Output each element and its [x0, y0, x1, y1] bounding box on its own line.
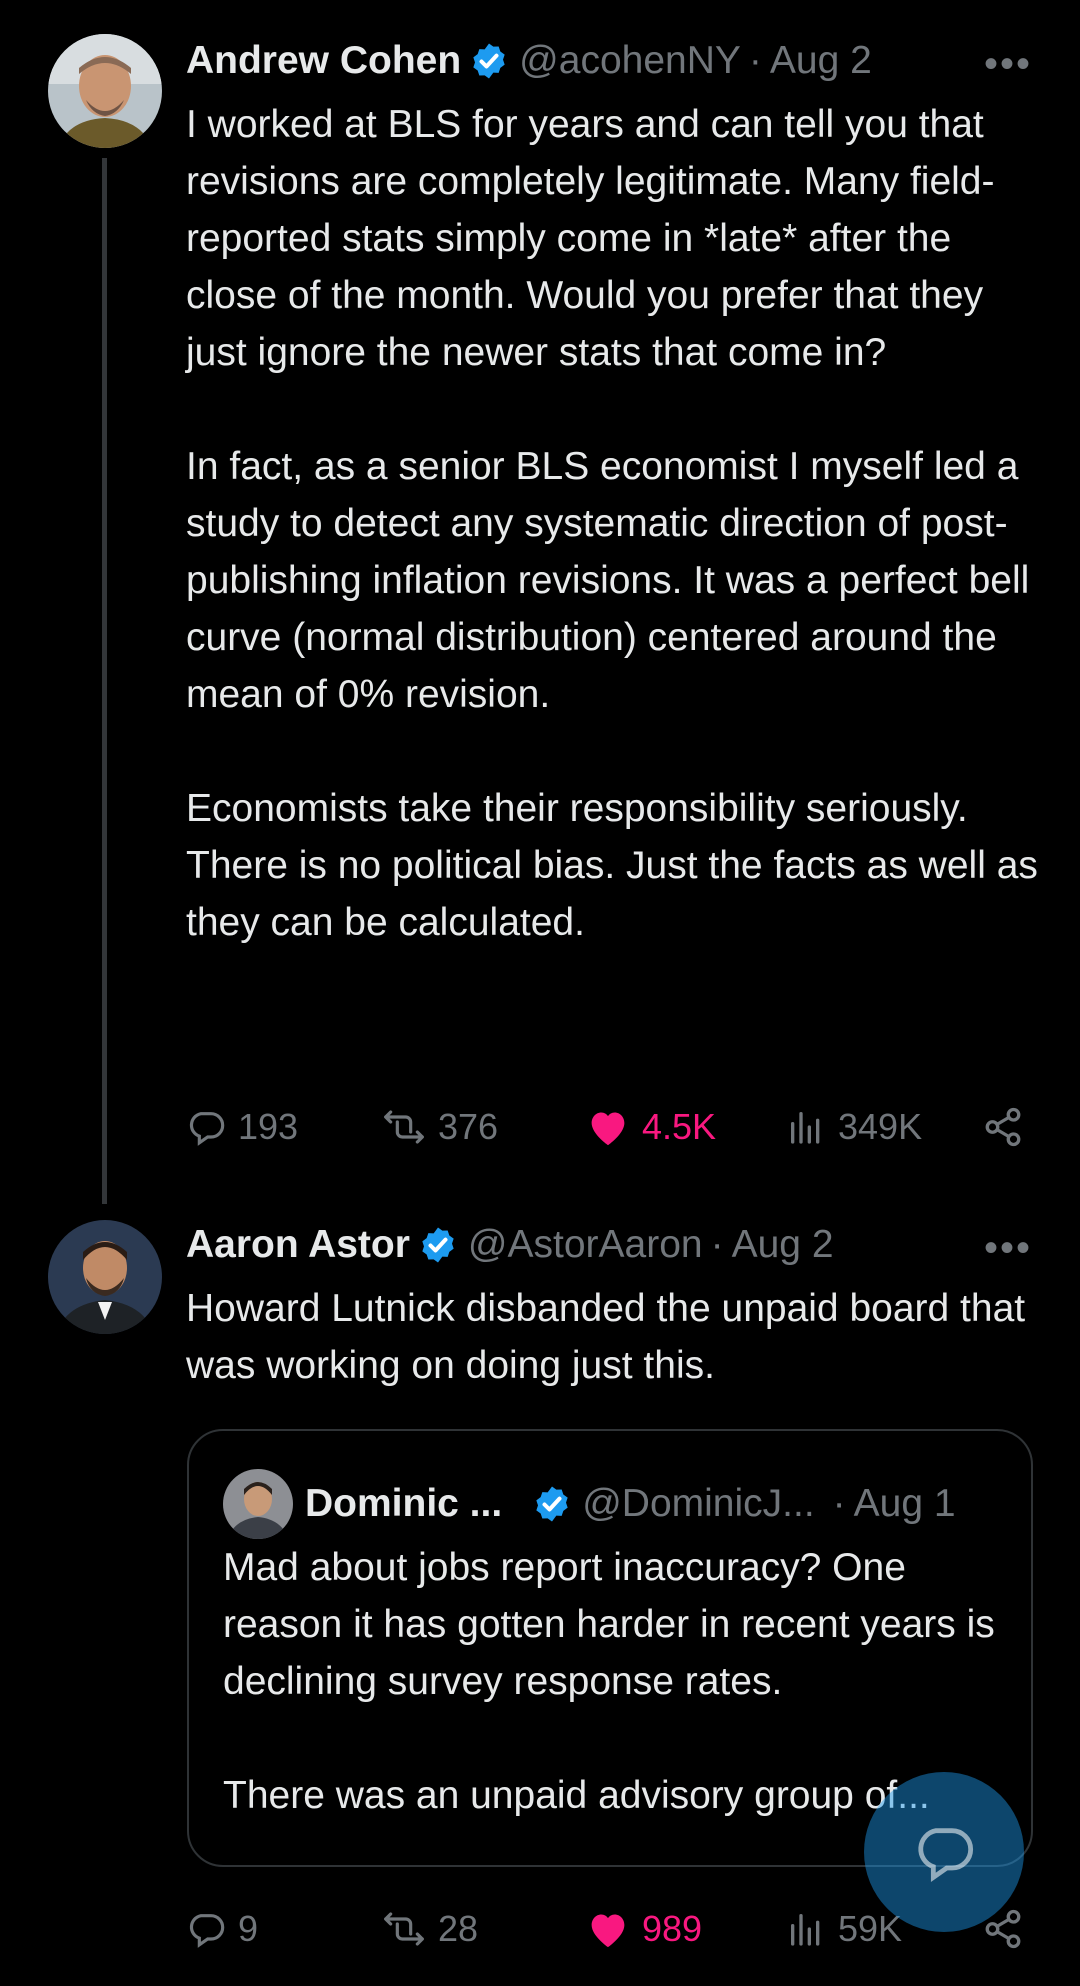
share-button[interactable]: [982, 1097, 1036, 1157]
avatar-andrew-cohen[interactable]: [48, 34, 162, 148]
repost-icon: [384, 1912, 424, 1946]
heart-icon: [591, 1112, 625, 1146]
repost-count: 28: [438, 1908, 479, 1949]
thread-connector-line: [102, 158, 107, 1204]
reply-count: 193: [238, 1106, 299, 1147]
views-icon: [791, 1112, 820, 1144]
compose-reply-button[interactable]: [864, 1772, 1024, 1932]
author-handle[interactable]: @AstorAaron: [468, 1223, 703, 1267]
reply-button[interactable]: 193: [186, 1097, 298, 1157]
tweet-timestamp[interactable]: Aug 2: [770, 39, 872, 83]
tweet-timestamp[interactable]: Aug 2: [732, 1223, 834, 1267]
tweet-header: Andrew Cohen @acohenNY · Aug 2 •••: [186, 36, 1040, 86]
views-button[interactable]: 59K: [786, 1899, 902, 1959]
view-count: 59K: [838, 1908, 903, 1949]
like-button[interactable]: 4.5K: [586, 1097, 716, 1157]
repost-count: 376: [438, 1106, 499, 1147]
quoted-timestamp: Aug 1: [853, 1482, 956, 1525]
verified-badge-icon: [422, 1227, 454, 1263]
verified-badge-icon: [536, 1486, 568, 1522]
repost-button[interactable]: 28: [382, 1899, 478, 1959]
reply-icon: [189, 1112, 225, 1146]
views-button[interactable]: 349K: [786, 1097, 922, 1157]
view-count: 349K: [838, 1106, 923, 1147]
avatar-aaron-astor[interactable]: [48, 1220, 162, 1334]
more-options-button[interactable]: •••: [984, 42, 1032, 87]
like-count: 989: [642, 1908, 703, 1949]
tweet-andrew-cohen[interactable]: Andrew Cohen @acohenNY · Aug 2 ••• I wor…: [0, 0, 1080, 1204]
separator-dot: ·: [832, 1482, 846, 1525]
share-icon: [985, 1107, 1021, 1147]
tweet-text: I worked at BLS for years and can tell y…: [186, 103, 1038, 944]
compose-reply-icon: [918, 1828, 973, 1882]
quoted-tweet-text: Mad about jobs report inaccuracy? One re…: [223, 1546, 995, 1817]
heart-icon: [591, 1914, 625, 1948]
views-icon: [791, 1914, 820, 1946]
author-handle[interactable]: @acohenNY: [519, 39, 741, 83]
repost-button[interactable]: 376: [382, 1097, 498, 1157]
like-button[interactable]: 989: [586, 1899, 702, 1959]
verified-badge-icon: [473, 43, 505, 79]
quoted-author-handle: @DominicJ...: [582, 1482, 815, 1525]
repost-icon: [384, 1110, 424, 1144]
author-name[interactable]: Aaron Astor: [186, 1223, 410, 1267]
more-options-button[interactable]: •••: [984, 1226, 1032, 1271]
separator-dot: ·: [710, 1223, 724, 1266]
like-count: 4.5K: [642, 1106, 717, 1147]
tweet-actions: 193 376 4.5K 349K: [186, 1097, 1026, 1157]
tweet-text: Howard Lutnick disbanded the unpaid boar…: [186, 1287, 1026, 1387]
quoted-author-name: Dominic ...: [305, 1482, 503, 1525]
author-name[interactable]: Andrew Cohen: [186, 39, 461, 83]
separator-dot: ·: [748, 39, 762, 82]
quoted-tweet-header: Dominic ... @DominicJ... · Aug 1: [223, 1469, 956, 1539]
reply-count: 9: [238, 1908, 259, 1949]
reply-button[interactable]: 9: [186, 1899, 258, 1959]
quoted-author-avatar: [223, 1469, 293, 1539]
reply-icon: [189, 1914, 225, 1948]
tweet-header: Aaron Astor @AstorAaron · Aug 2 •••: [186, 1220, 1040, 1270]
